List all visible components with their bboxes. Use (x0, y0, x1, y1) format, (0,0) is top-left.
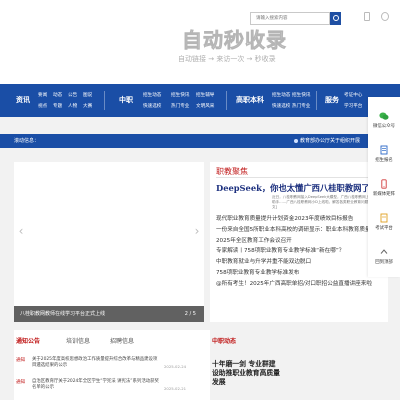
notice-list: 通知 关于2025年度高校思想政治工作质量提升综合改革与精品建设项目遴选结果的公… (14, 354, 210, 398)
nav-section-secondary[interactable]: 中职 (114, 84, 138, 117)
news-list: 现代职业教育质量提升计划资金2023年度绩效目标报告 一份来自全国5所职业本科高… (216, 214, 388, 290)
tab-recruitment[interactable]: 招聘信息 (110, 336, 134, 345)
list-item[interactable]: 通知 关于2025年度高校思想政治工作质量提升综合改革与精品建设项目遴选结果的公… (14, 354, 210, 376)
wechat-icon[interactable] (381, 12, 389, 21)
nav-link[interactable]: 图说 (83, 90, 98, 101)
search-button[interactable] (330, 12, 341, 25)
nav-link[interactable]: 热门专业 (171, 101, 196, 112)
ticker-link[interactable]: 教育部办公厅关于组织开展 (300, 134, 360, 148)
form-icon (380, 145, 388, 155)
nav-news-links: 要闻 动态 公告 图说 视点 专题 人物 大赛 (38, 90, 98, 112)
sidebar-item-label: 新媒体矩阵 (373, 192, 395, 197)
notice-date: 2025-02-24 (164, 364, 187, 369)
wechat-icon (379, 112, 389, 120)
sidebar-item-label: 招生报名 (375, 158, 393, 163)
sidebar-item-enroll[interactable]: 招生报名 (368, 145, 400, 163)
slide-caption[interactable]: 八桂职教网教师在线学习平台正式上线 2 / 5 (14, 306, 204, 322)
ticker-bullet-icon (294, 139, 298, 143)
nav-divider (316, 91, 317, 110)
arrow-up-icon (380, 249, 388, 254)
notice-tag: 通知 (16, 358, 26, 363)
floating-sidebar: 微信公众号 招生报名 新媒体矩阵 考试平台 回到顶部 (368, 97, 400, 277)
mobile-icon[interactable] (364, 12, 370, 21)
ticker-label: 滚动信息： (14, 138, 40, 144)
notice-tag: 通知 (16, 380, 26, 385)
nav-section-higher[interactable]: 高职本科 (232, 84, 268, 117)
sidebar-item-label: 微信公众号 (373, 124, 395, 129)
tab-training[interactable]: 培训信息 (66, 336, 90, 345)
notice-panel: 通知公告 培训信息 招聘信息 通知 关于2025年度高校思想政治工作质量提升综合… (14, 330, 210, 400)
slideshow[interactable]: ‹ › 八桂职教网教师在线学习平台正式上线 2 / 5 (14, 162, 204, 322)
nav-link[interactable]: 招生动态 (143, 90, 171, 101)
nav-link[interactable]: 考证中心 (344, 90, 366, 101)
nav-link[interactable]: 专题 (53, 101, 68, 112)
vocational-news-panel: 中职动态 十年磨一剑 专业群建设助推职业教育高质量发展 (212, 330, 390, 400)
section-heading[interactable]: 职教聚焦 (216, 166, 248, 177)
news-item[interactable]: 758项职业教育专业教学标准发布 (216, 268, 388, 279)
nav-section-service[interactable]: 服务 (322, 84, 342, 117)
nav-link[interactable]: 快速选校 (143, 101, 171, 112)
news-item[interactable]: 中职教育就业与升学并重不能双边脱口 (216, 257, 388, 268)
slide-caption-text: 八桂职教网教师在线学习平台正式上线 (20, 311, 106, 317)
nav-link[interactable]: 招生辅导 (196, 90, 221, 101)
news-ticker: 滚动信息： 教育部办公厅关于组织开展 (0, 134, 400, 148)
sidebar-item-exam[interactable]: 考试平台 (368, 213, 400, 231)
nav-divider (104, 91, 105, 110)
nav-higher-links: 招生动态 招生快讯 (272, 90, 312, 101)
nav-section-news[interactable]: 资讯 (12, 84, 34, 117)
sidebar-item-media[interactable]: 新媒体矩阵 (368, 179, 400, 197)
nav-link[interactable]: 视点 (38, 101, 53, 112)
page: 资讯 要闻 动态 公告 图说 视点 专题 人物 大赛 中职 招生动态 招生快讯 … (0, 0, 400, 400)
news-item[interactable]: 2025年全区教育工作会议召开 (216, 236, 388, 247)
news-item[interactable]: 专家解读丨758项职业教育专业教学标准“新在哪”？ (216, 246, 388, 257)
list-item[interactable]: 通知 自治区教育厅关于2024年全区学生“学宪法 讲宪法”系列活动获奖名单的公示… (14, 376, 210, 398)
document-icon (380, 213, 388, 223)
slide-next-icon[interactable]: › (192, 222, 202, 240)
news-item[interactable]: 一份来自全国5所职业本科高校的调研显示：职业本科教育质量… (216, 225, 388, 236)
tab-notices[interactable]: 通知公告 (16, 336, 40, 345)
nav-secondary-links: 招生动态 招生快讯 招生辅导 快速选校 热门专业 文明风采 (143, 90, 221, 112)
notice-title[interactable]: 自治区教育厅关于2024年全区学生“学宪法 讲宪法”系列活动获奖名单的公示 (32, 379, 160, 391)
search-input[interactable] (250, 12, 330, 25)
mobile-icon (381, 179, 387, 189)
nav-link[interactable]: 要闻 (38, 90, 53, 101)
nav-link[interactable]: 招生快讯 (171, 90, 196, 101)
nav-link[interactable]: 动态 (53, 90, 68, 101)
nav-link[interactable]: 热门专业 (292, 101, 312, 112)
slide-index: 2 / 5 (184, 311, 196, 317)
sidebar-item-label: 回到顶部 (375, 260, 393, 265)
nav-divider (226, 91, 227, 110)
sidebar-item-wechat[interactable]: 微信公众号 (368, 111, 400, 129)
nav-link[interactable]: 学习平台 (344, 101, 366, 112)
notice-date: 2025-02-21 (164, 386, 187, 391)
news-focus-panel: 职教聚焦 DeepSeek，你也太懂广西八桂职教网了吧！ 近日，八桂职教网接入D… (210, 162, 388, 322)
nav-link[interactable]: 大赛 (83, 101, 98, 112)
sidebar-item-label: 考试平台 (375, 226, 393, 231)
nav-link[interactable]: 招生快讯 (292, 90, 312, 101)
nav-link[interactable]: 快速选校 (272, 101, 292, 112)
vocational-headline[interactable]: 十年磨一剑 专业群建设助推职业教育高质量发展 (212, 360, 282, 387)
nav-service-links: 考证中心 学习平台 (344, 90, 366, 112)
news-item[interactable]: @所有考生！2025年广西高职单招/对口职招公益直播讲座来啦 (216, 279, 388, 290)
notice-title[interactable]: 关于2025年度高校思想政治工作质量提升综合改革与精品建设项目遴选结果的公示 (32, 357, 160, 369)
news-item[interactable]: 现代职业教育质量提升计划资金2023年度绩效目标报告 (216, 214, 388, 225)
main-nav: 资讯 要闻 动态 公告 图说 视点 专题 人物 大赛 中职 招生动态 招生快讯 … (0, 84, 400, 117)
nav-higher-links-2: 快速选校 热门专业 (272, 101, 312, 112)
headline-link[interactable]: DeepSeek，你也太懂广西八桂职教网了吧！ (216, 182, 388, 194)
sidebar-item-top[interactable]: 回到顶部 (368, 247, 400, 265)
nav-link[interactable]: 人物 (68, 101, 83, 112)
section-heading[interactable]: 中职动态 (212, 336, 236, 345)
site-header (0, 0, 400, 84)
nav-link[interactable]: 公告 (68, 90, 83, 101)
divider (216, 177, 386, 178)
nav-link[interactable]: 文明风采 (196, 101, 221, 112)
nav-link[interactable]: 招生动态 (272, 90, 292, 101)
slide-prev-icon[interactable]: ‹ (16, 222, 26, 240)
